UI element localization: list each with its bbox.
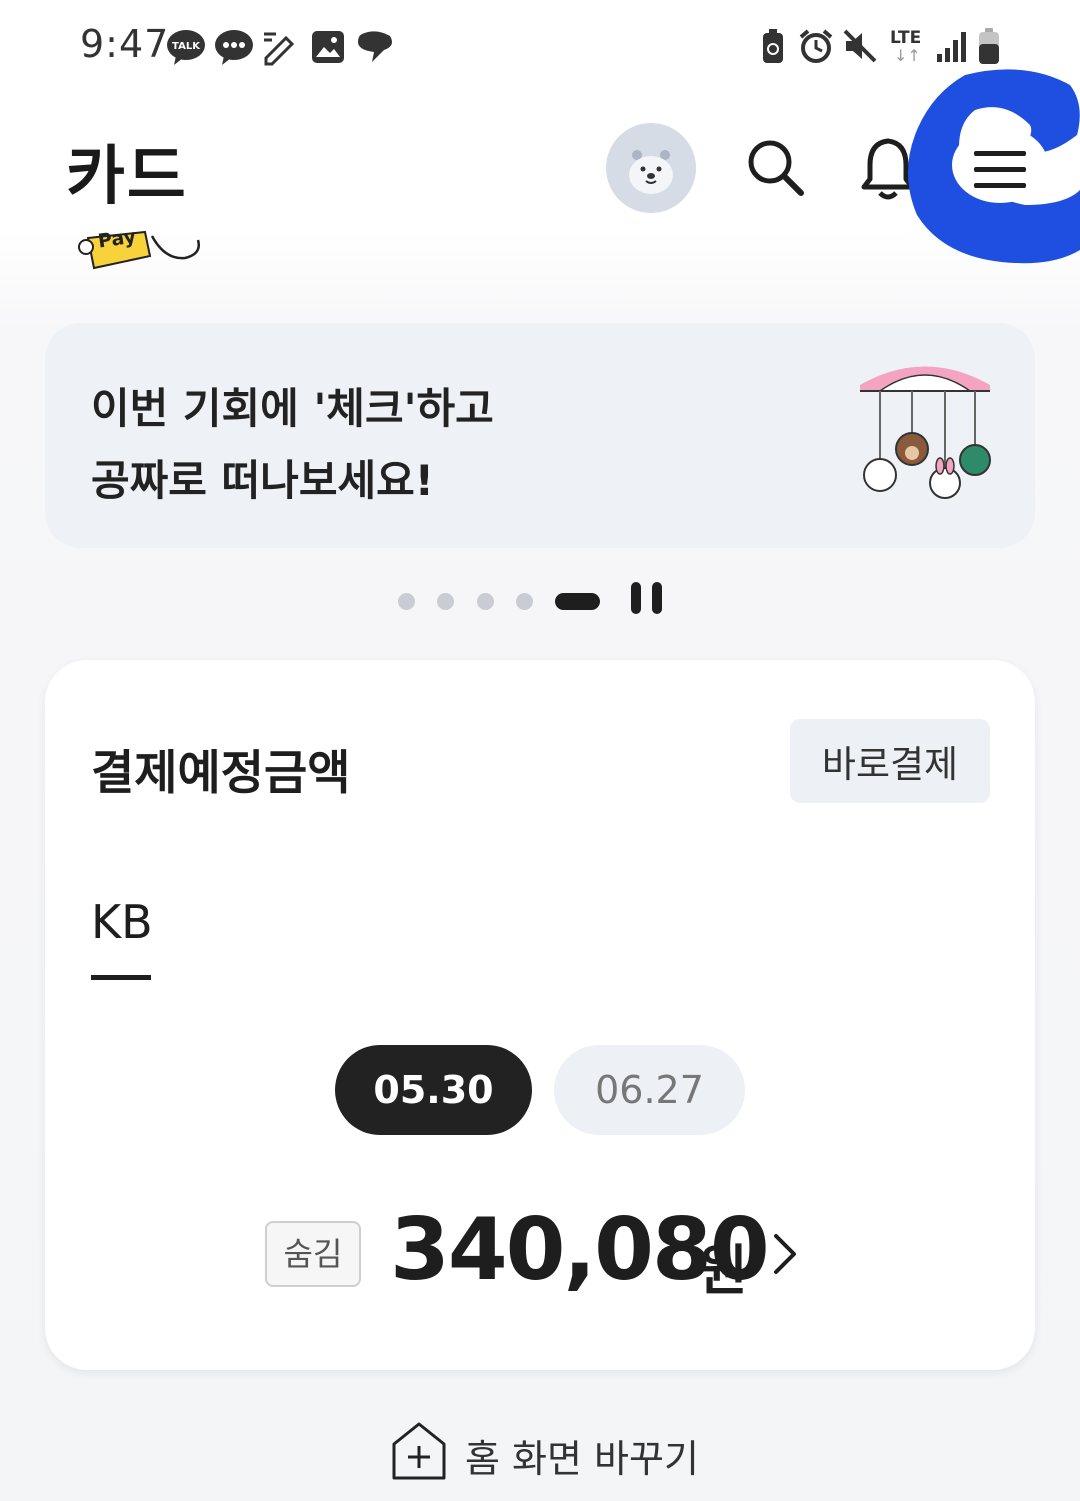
hide-badge[interactable]: 숨김 bbox=[265, 1221, 361, 1287]
page-title: 카드 bbox=[66, 140, 188, 214]
change-home-button[interactable]: 홈 화면 바꾸기 bbox=[390, 1420, 710, 1490]
promo-banner[interactable]: 이번 기회에 '체크'하고 공짜로 떠나보세요! bbox=[45, 323, 1035, 548]
signal-icon bbox=[937, 32, 966, 62]
lte-icon: LTE ↓↑ bbox=[890, 28, 930, 66]
pause-button[interactable] bbox=[628, 580, 668, 616]
chat-bubble-icon bbox=[215, 30, 253, 65]
mute-icon bbox=[843, 29, 877, 63]
pause-icon bbox=[652, 582, 662, 614]
bear-avatar-icon bbox=[629, 150, 673, 194]
amount-row[interactable]: 숨김 340,080 원 bbox=[45, 1200, 1035, 1310]
date-pill[interactable]: 06.27 bbox=[554, 1045, 745, 1135]
avatar[interactable] bbox=[606, 123, 696, 213]
edit-icon bbox=[264, 32, 295, 66]
banner-line-2: 공짜로 떠나보세요! bbox=[91, 456, 434, 505]
pager-dot[interactable] bbox=[398, 593, 415, 610]
svg-text:TALK: TALK bbox=[172, 41, 201, 52]
battery-icon bbox=[979, 28, 999, 64]
card-title: 결제예정금액 bbox=[91, 746, 351, 801]
search-icon[interactable] bbox=[745, 137, 807, 199]
pager-dot[interactable] bbox=[477, 593, 494, 610]
pager-dot[interactable] bbox=[437, 593, 454, 610]
mobile-illustration-icon bbox=[860, 366, 991, 499]
tab-kb-label: KB bbox=[91, 895, 153, 949]
pay-now-button[interactable]: 바로결제 bbox=[790, 719, 990, 803]
amount-currency: 원 bbox=[698, 1239, 748, 1302]
change-home-label: 홈 화면 바꾸기 bbox=[465, 1437, 699, 1481]
home-add-icon bbox=[392, 1422, 446, 1480]
battery-saver-icon bbox=[763, 29, 783, 63]
banner-line-1: 이번 기회에 '체크'하고 bbox=[91, 384, 494, 433]
pause-icon bbox=[631, 582, 641, 614]
menu-icon bbox=[974, 151, 1026, 188]
gallery-icon bbox=[312, 31, 344, 63]
app-icon bbox=[358, 31, 392, 62]
status-time: 9:47 bbox=[80, 22, 170, 66]
tab-kb[interactable]: KB bbox=[91, 895, 153, 981]
menu-button[interactable] bbox=[972, 148, 1028, 192]
banner-pager bbox=[0, 580, 1080, 620]
lte-arrows: ↓↑ bbox=[894, 46, 921, 65]
pay-character: Pay bbox=[70, 225, 205, 274]
alarm-icon bbox=[799, 29, 833, 63]
pay-tag-icon bbox=[78, 230, 200, 270]
lte-label: LTE bbox=[890, 28, 922, 48]
pager-dot-active[interactable] bbox=[555, 593, 600, 610]
chevron-right-icon[interactable] bbox=[770, 1232, 800, 1276]
date-pill-active[interactable]: 05.30 bbox=[335, 1045, 532, 1135]
tab-underline bbox=[91, 975, 151, 980]
payment-card: 결제예정금액 바로결제 KB 05.30 06.27 숨김 340,080 원 bbox=[45, 660, 1035, 1370]
pager-dot[interactable] bbox=[516, 593, 533, 610]
kakaotalk-icon: TALK bbox=[167, 30, 205, 65]
